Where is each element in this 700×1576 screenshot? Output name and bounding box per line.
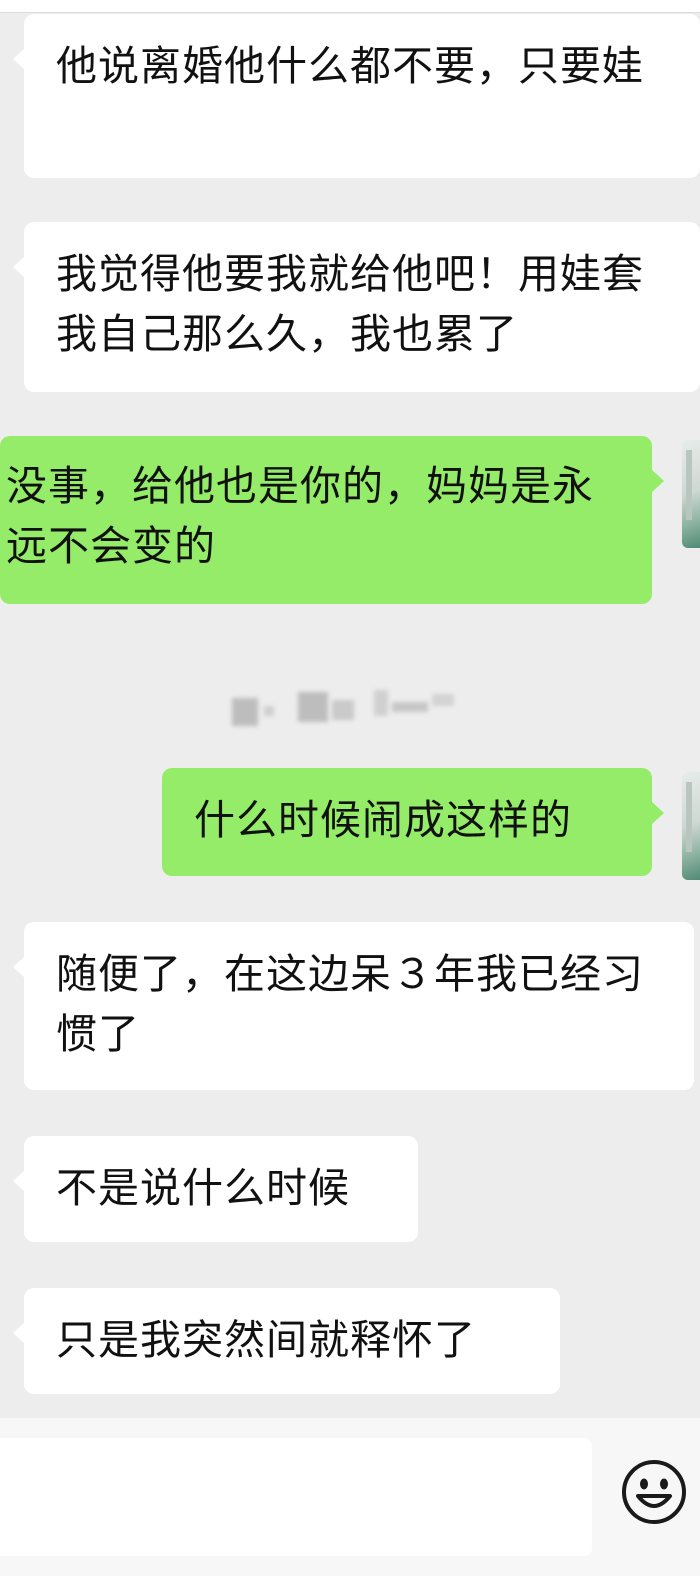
message-text: 随便了，在这边呆３年我已经习惯了 xyxy=(56,950,644,1058)
message-bubble-incoming[interactable]: 只是我突然间就释怀了 xyxy=(13,1288,560,1394)
message-text: 只是我突然间就释怀了 xyxy=(56,1316,476,1364)
bubble-tail xyxy=(13,48,25,70)
chat-screen: 他说离婚他什么都不要，只要娃 我觉得他要我就给他吧！用娃套我自己那么久，我也累了… xyxy=(0,0,700,1576)
message-input[interactable] xyxy=(0,1438,592,1556)
bubble-tail xyxy=(13,1170,25,1192)
message-bubble-outgoing[interactable]: 什么时候闹成这样的 xyxy=(162,768,664,876)
bubble-tail xyxy=(652,470,664,492)
message-text: 没事，给他也是你的，妈妈是永远不会变的 xyxy=(6,462,594,570)
timestamp-blurred xyxy=(232,690,462,726)
bubble-tail xyxy=(13,1322,25,1344)
message-bubble-incoming[interactable]: 他说离婚他什么都不要，只要娃 xyxy=(13,14,700,178)
bubble-tail xyxy=(13,956,25,978)
my-avatar[interactable] xyxy=(682,772,700,880)
smiley-face-icon[interactable] xyxy=(620,1458,688,1526)
bubble-tail xyxy=(652,802,664,824)
message-text: 不是说什么时候 xyxy=(56,1164,350,1212)
input-bar xyxy=(0,1418,700,1576)
bubble-tail xyxy=(13,256,25,278)
message-text: 我觉得他要我就给他吧！用娃套我自己那么久，我也累了 xyxy=(56,250,644,358)
top-header-edge xyxy=(0,0,700,13)
my-avatar[interactable] xyxy=(682,440,700,548)
message-text: 什么时候闹成这样的 xyxy=(194,796,572,844)
message-text: 他说离婚他什么都不要，只要娃 xyxy=(56,42,644,90)
message-bubble-incoming[interactable]: 随便了，在这边呆３年我已经习惯了 xyxy=(13,922,694,1090)
message-bubble-incoming[interactable]: 不是说什么时候 xyxy=(13,1136,418,1242)
message-bubble-incoming[interactable]: 我觉得他要我就给他吧！用娃套我自己那么久，我也累了 xyxy=(13,222,700,392)
message-bubble-outgoing[interactable]: 没事，给他也是你的，妈妈是永远不会变的 xyxy=(0,436,664,604)
